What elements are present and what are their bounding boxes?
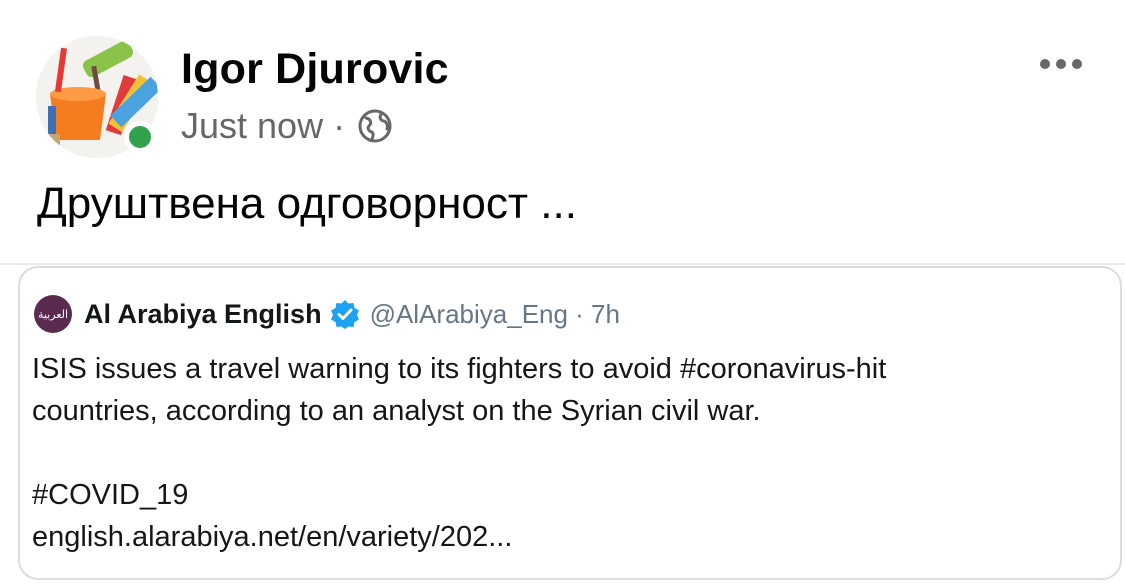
- tweet-hashtag[interactable]: #COVID_19: [32, 474, 886, 516]
- author-name[interactable]: Igor Djurovic: [181, 44, 449, 94]
- divider: [0, 263, 1125, 265]
- tweet-body: ISIS issues a travel warning to its figh…: [32, 348, 886, 558]
- tweet-avatar[interactable]: العربية: [34, 295, 72, 333]
- tweet-spacer: [32, 432, 886, 474]
- tweet-text-line: countries, according to an analyst on th…: [32, 395, 761, 427]
- post-header: Igor Djurovic Just now ·: [0, 0, 1125, 170]
- online-status-dot: [124, 121, 156, 153]
- more-options-icon[interactable]: [1040, 56, 1092, 84]
- post-meta: Just now ·: [181, 103, 393, 149]
- tweet-handle-time[interactable]: @AlArabiya_Eng · 7h: [370, 299, 620, 330]
- meta-separator: ·: [333, 105, 346, 146]
- tweet-avatar-logo: العربية: [37, 307, 69, 321]
- embedded-tweet-card[interactable]: العربية Al Arabiya English @AlArabiya_En…: [18, 266, 1122, 580]
- tweet-author-name[interactable]: Al Arabiya English: [84, 299, 322, 330]
- post-text: Друштвена одговорност ...: [37, 179, 577, 228]
- tweet-header: العربية Al Arabiya English @AlArabiya_En…: [34, 292, 620, 336]
- tweet-link[interactable]: english.alarabiya.net/en/variety/202...: [32, 516, 886, 558]
- verified-badge-icon: [330, 299, 360, 329]
- dot: [1056, 59, 1066, 69]
- tweet-text-line: ISIS issues a travel warning to its figh…: [32, 353, 887, 385]
- dot: [1040, 59, 1050, 69]
- globe-icon[interactable]: [357, 108, 393, 144]
- post-timestamp[interactable]: Just now: [181, 103, 323, 149]
- dot: [1072, 59, 1082, 69]
